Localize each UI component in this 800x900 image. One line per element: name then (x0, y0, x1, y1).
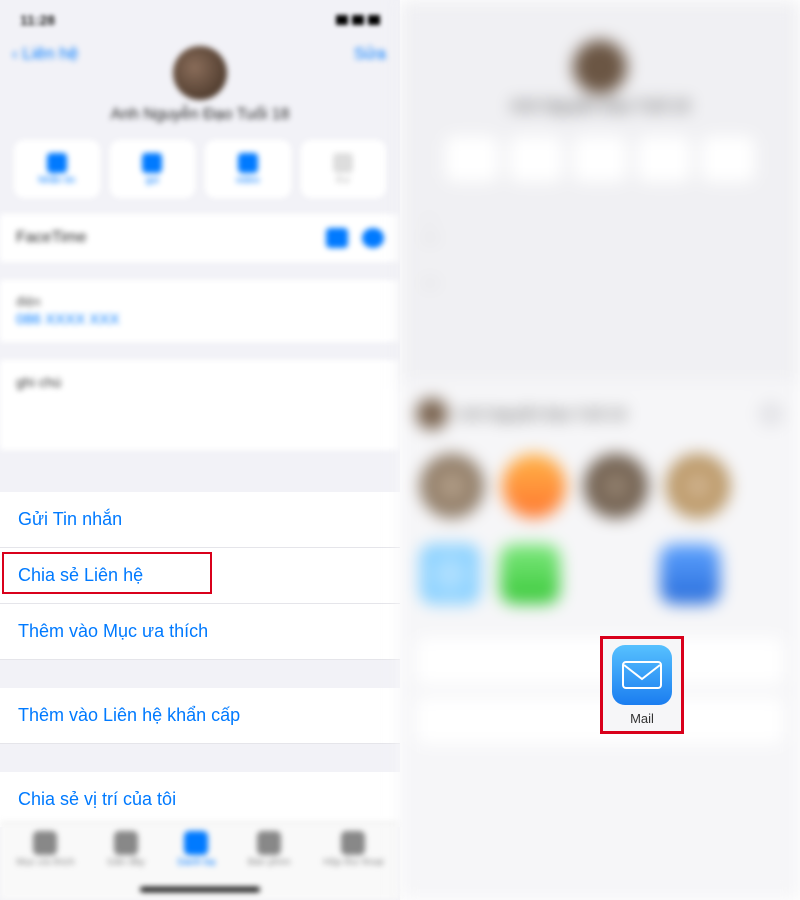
contact-bubble[interactable] (666, 454, 730, 518)
share-apps (416, 544, 784, 610)
sheet-title: Anh Nguyễn Đạo Tuổi 18 (458, 406, 626, 423)
status-time: 11:28 (20, 12, 55, 28)
phone-number: 086 XXXX XXX (16, 311, 384, 328)
airdrop-icon (420, 544, 480, 604)
edit-button[interactable]: Sửa (354, 44, 386, 64)
quick-actions: Nhắn tin gọi video thư (0, 140, 400, 214)
tab-voicemail[interactable]: Hộp thư thoại (323, 831, 384, 868)
facetime-label: FaceTime (16, 229, 87, 247)
voicemail-icon (341, 831, 365, 855)
mail-placeholder[interactable] (580, 544, 640, 610)
contact-avatar[interactable] (173, 46, 227, 100)
other-app[interactable] (660, 544, 720, 610)
phone-type-label: điện (16, 294, 384, 309)
actions-list: Gửi Tin nhắn Chia sẻ Liên hệ Thêm vào Mụ… (0, 492, 400, 827)
contact-bubble[interactable] (420, 454, 484, 518)
sheet-avatar (416, 398, 448, 430)
message-icon (47, 153, 67, 173)
facetime-audio-icon[interactable] (362, 228, 384, 248)
mail-app-label: Mail (630, 711, 654, 726)
contact-header: ‹ Liên hệ Sửa Anh Nguyễn Đạo Tuổi 18 (0, 40, 400, 140)
contact-name: Anh Nguyễn Đạo Tuổi 18 (0, 106, 400, 124)
airdrop-contacts (416, 454, 784, 518)
back-button[interactable]: ‹ Liên hệ (12, 44, 78, 64)
notes-card[interactable]: ghi chú (0, 360, 400, 450)
share-contact-row[interactable]: Chia sẻ Liên hệ (0, 548, 400, 604)
facetime-video-icon[interactable] (326, 228, 348, 248)
airdrop-app[interactable] (420, 544, 480, 610)
mail-app-highlight[interactable]: Mail (600, 636, 684, 734)
phone-icon (142, 153, 162, 173)
notes-label: ghi chú (16, 374, 384, 390)
star-icon (33, 831, 57, 855)
status-indicators (336, 15, 380, 25)
call-action[interactable]: gọi (110, 140, 196, 198)
tab-contacts[interactable]: Danh bạ (177, 831, 215, 868)
person-icon (184, 831, 208, 855)
sheet-header: Anh Nguyễn Đạo Tuổi 18 (416, 398, 784, 430)
tab-bar: Mục ưa thích Gần đây Danh bạ Bàn phím Hộ… (0, 822, 400, 900)
messages-icon (500, 544, 560, 604)
contact-bubble[interactable] (584, 454, 648, 518)
messages-app[interactable] (500, 544, 560, 610)
facetime-row[interactable]: FaceTime (0, 214, 400, 262)
keypad-icon (257, 831, 281, 855)
mail-app-icon (612, 645, 672, 705)
mail-action[interactable]: thư (301, 140, 387, 198)
tab-keypad[interactable]: Bàn phím (248, 831, 291, 868)
status-bar: 11:28 (0, 0, 400, 40)
app-icon (660, 544, 720, 604)
contact-bubble[interactable] (502, 454, 566, 518)
video-icon (238, 153, 258, 173)
message-action[interactable]: Nhắn tin (14, 140, 100, 198)
home-indicator[interactable] (140, 887, 260, 892)
add-favorites-row[interactable]: Thêm vào Mục ưa thích (0, 604, 400, 660)
tab-favorites[interactable]: Mục ưa thích (16, 831, 74, 868)
contact-avatar (573, 40, 627, 94)
video-action[interactable]: video (205, 140, 291, 198)
contact-detail-screen: 11:28 ‹ Liên hệ Sửa Anh Nguyễn Đạo Tuổi … (0, 0, 400, 900)
tab-recents[interactable]: Gần đây (107, 831, 145, 868)
add-emergency-row[interactable]: Thêm vào Liên hệ khẩn cấp (0, 688, 400, 744)
share-location-row[interactable]: Chia sẻ vị trí của tôi (0, 772, 400, 827)
close-icon[interactable] (758, 401, 784, 427)
mail-icon (333, 153, 353, 173)
clock-icon (114, 831, 138, 855)
send-message-row[interactable]: Gửi Tin nhắn (0, 492, 400, 548)
phone-card[interactable]: điện 086 XXXX XXX (0, 280, 400, 342)
contact-name: Anh Nguyễn Đạo Tuổi 18 (400, 98, 800, 116)
share-sheet-screen: Anh Nguyễn Đạo Tuổi 18 ... ... ... Anh N… (400, 0, 800, 900)
